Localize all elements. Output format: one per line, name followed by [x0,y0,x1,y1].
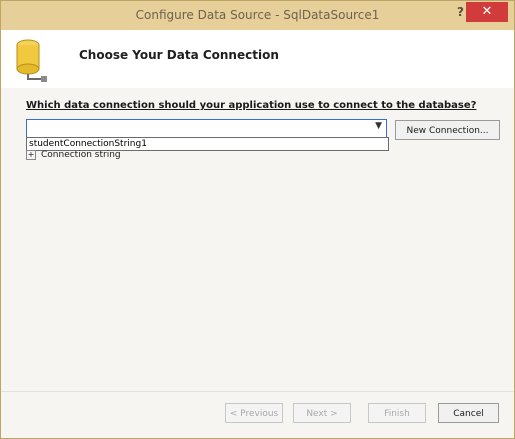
wizard-header: Choose Your Data Connection [1,30,514,88]
connection-combobox[interactable]: ▼ [26,119,387,138]
new-connection-button[interactable]: New Connection... [395,120,500,140]
expand-plus-icon[interactable]: + [26,150,36,160]
title-bar[interactable]: Configure Data Source - SqlDataSource1 ?… [1,1,514,30]
help-button[interactable]: ? [457,5,464,19]
connection-question-label: Which data connection should your applic… [26,100,477,111]
connection-dropdown-list: studentConnectionString1 [26,137,389,151]
dropdown-item-student-connection[interactable]: studentConnectionString1 [29,138,147,150]
previous-button[interactable]: < Previous [225,403,283,423]
configure-data-source-dialog: Configure Data Source - SqlDataSource1 ?… [0,0,515,439]
next-button[interactable]: Next > [293,403,351,423]
footer-divider [1,391,514,392]
cancel-button[interactable]: Cancel [438,403,499,423]
connection-string-expander[interactable]: + Connection string [26,150,121,160]
database-icon [16,39,47,82]
close-button[interactable]: ✕ [466,2,508,22]
chevron-down-icon[interactable]: ▼ [375,121,382,131]
finish-button[interactable]: Finish [368,403,426,423]
connection-string-label: Connection string [41,150,121,160]
window-title: Configure Data Source - SqlDataSource1 [135,8,380,22]
page-heading: Choose Your Data Connection [79,48,279,62]
